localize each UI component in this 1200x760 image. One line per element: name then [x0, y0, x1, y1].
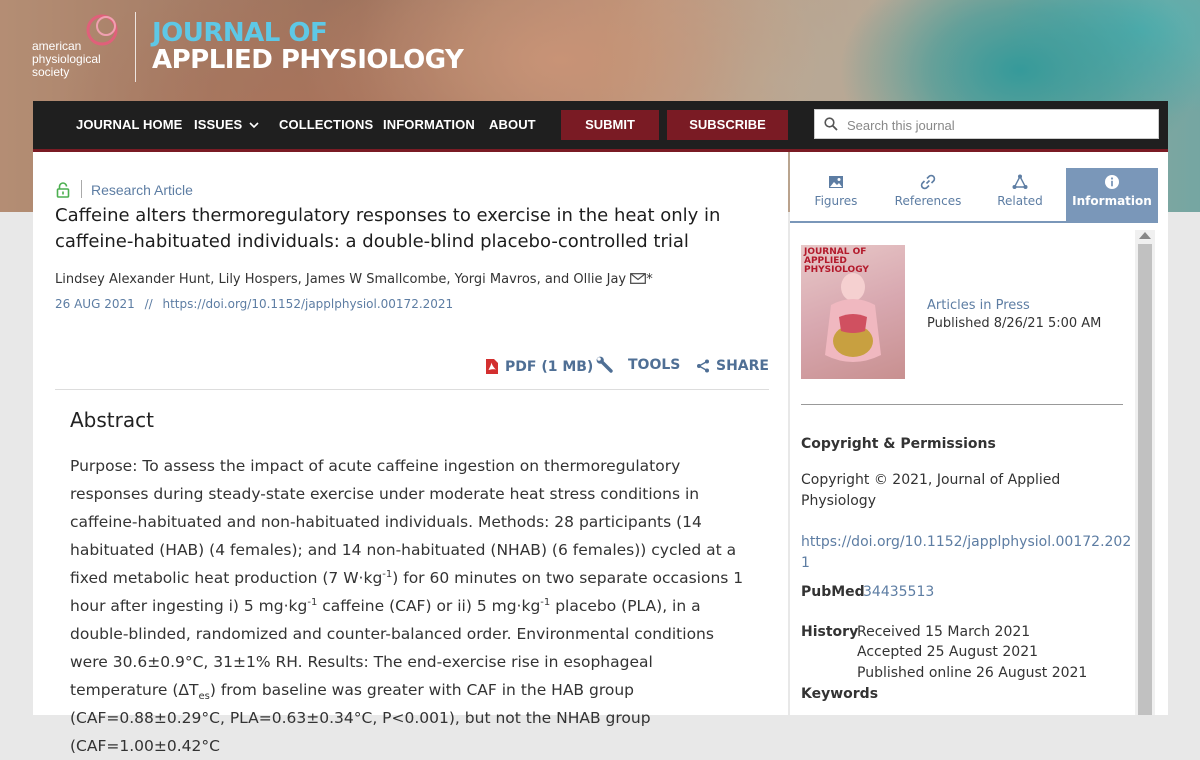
abstract-part-1: Purpose: To assess the impact of acute c… [70, 457, 737, 587]
pubmed-id-link[interactable]: 34435513 [863, 584, 934, 600]
publication-line: 26 AUG 2021 // https://doi.org/10.1152/j… [55, 297, 453, 311]
article-panel: Research Article Caffeine alters thermor… [33, 152, 788, 755]
tab-references[interactable]: References [882, 168, 974, 222]
abstract-sup-3: -1 [540, 596, 551, 608]
copyright-heading: Copyright & Permissions [801, 436, 996, 452]
info-sidebar: Figures References Related Information J… [790, 152, 1168, 715]
tab-information[interactable]: Information [1066, 168, 1158, 222]
mail-icon[interactable] [630, 273, 647, 284]
tools-label: TOOLS [628, 357, 681, 373]
abstract-sub-1: es [198, 691, 210, 703]
history-label: History [801, 624, 859, 640]
sidebar-divider [801, 404, 1123, 405]
tab-figures[interactable]: Figures [790, 168, 882, 222]
abstract-sup-1: -1 [382, 568, 393, 580]
subscribe-button[interactable]: SUBSCRIBE [667, 110, 788, 140]
copyright-text: Copyright © 2021, Journal of Applied Phy… [801, 472, 1061, 509]
tab-figures-label: Figures [814, 194, 858, 208]
sidebar-scrollbar[interactable] [1135, 230, 1155, 715]
open-access-lock-icon [56, 182, 70, 198]
nav-about[interactable]: ABOUT [489, 101, 536, 149]
logo-divider [135, 12, 136, 82]
publication-date: 26 AUG 2021 [55, 297, 135, 311]
society-name[interactable]: american physiological society [32, 40, 112, 79]
pdf-button[interactable]: PDF (1 MB) [485, 358, 593, 375]
share-button[interactable]: SHARE [696, 358, 769, 374]
history-received: Received 15 March 2021 [857, 624, 1031, 640]
tab-underline [790, 221, 1158, 223]
authors-text[interactable]: Lindsey Alexander Hunt, Lily Hospers, Ja… [55, 272, 626, 287]
article-type: Research Article [91, 182, 193, 198]
history-accepted: Accepted 25 August 2021 [857, 644, 1039, 660]
info-icon [1105, 175, 1119, 189]
journal-title-line-1: JOURNAL OF [152, 18, 328, 48]
nav-issues-label: ISSUES [194, 117, 243, 132]
pubmed-label: PubMed [801, 584, 865, 600]
scrollbar-thumb[interactable] [1138, 244, 1152, 715]
share-label: SHARE [716, 358, 769, 374]
tab-references-label: References [894, 194, 962, 208]
tab-related[interactable]: Related [974, 168, 1066, 222]
journal-cover-image[interactable]: JOURNAL OF APPLIED PHYSIOLOGY [801, 245, 905, 379]
sidebar-doi-link[interactable]: https://doi.org/10.1152/japplphysiol.001… [801, 532, 1131, 574]
journal-title-line-2: APPLIED PHYSIOLOGY [152, 45, 464, 75]
abstract-sup-2: -1 [307, 596, 318, 608]
pdf-label: PDF (1 MB) [505, 358, 594, 375]
scroll-up-arrow-icon[interactable] [1139, 232, 1151, 239]
nav-journal-home[interactable]: JOURNAL HOME [76, 101, 182, 149]
nav-issues[interactable]: ISSUES [194, 101, 259, 149]
search-icon[interactable] [824, 117, 838, 131]
abstract-text: Purpose: To assess the impact of acute c… [70, 452, 750, 760]
nav-collections[interactable]: COLLECTIONS [279, 101, 373, 149]
toolbar-divider [55, 389, 769, 390]
abstract-part-3: caffeine (CAF) or ii) 5 mg·kg [317, 597, 541, 615]
cover-figure-illustration [825, 273, 881, 362]
submit-button[interactable]: SUBMIT [561, 110, 659, 140]
author-list: Lindsey Alexander Hunt, Lily Hospers, Ja… [55, 272, 653, 287]
sidebar-doi-line-1: https://doi.org/10.1152/japplphysiol.001… [801, 534, 1132, 550]
tab-information-label: Information [1072, 194, 1152, 208]
chevron-down-icon [249, 122, 259, 129]
keywords-label: Keywords [801, 686, 879, 702]
wrench-icon [596, 356, 613, 373]
articles-in-press-link[interactable]: Articles in Press [927, 298, 1030, 313]
publication-separator: // [144, 297, 153, 311]
tab-related-label: Related [997, 194, 1043, 208]
image-icon [829, 176, 843, 188]
search-box [814, 109, 1159, 140]
article-doi-link[interactable]: https://doi.org/10.1152/japplphysiol.001… [162, 297, 453, 311]
abstract-heading: Abstract [70, 408, 154, 432]
published-date: Published 8/26/21 5:00 AM [927, 316, 1102, 331]
nav-information[interactable]: INFORMATION [383, 101, 475, 149]
sidebar-doi-line-2: 1 [801, 555, 810, 571]
corresponding-author-mark: * [646, 272, 653, 287]
link-icon [920, 174, 936, 190]
share-icon [697, 359, 709, 373]
society-line-3: society [32, 65, 70, 79]
search-input[interactable] [845, 110, 1149, 140]
article-type-separator [81, 180, 82, 198]
article-title: Caffeine alters thermoregulatory respons… [55, 205, 721, 252]
pdf-icon [486, 359, 498, 374]
network-icon [1012, 174, 1028, 189]
history-published-online: Published online 26 August 2021 [857, 665, 1088, 681]
tools-button[interactable]: TOOLS [596, 356, 680, 374]
journal-logo[interactable]: JOURNAL OF APPLIED PHYSIOLOGY [152, 18, 464, 75]
main-nav: JOURNAL HOME ISSUES COLLECTIONS INFORMAT… [33, 101, 1168, 152]
